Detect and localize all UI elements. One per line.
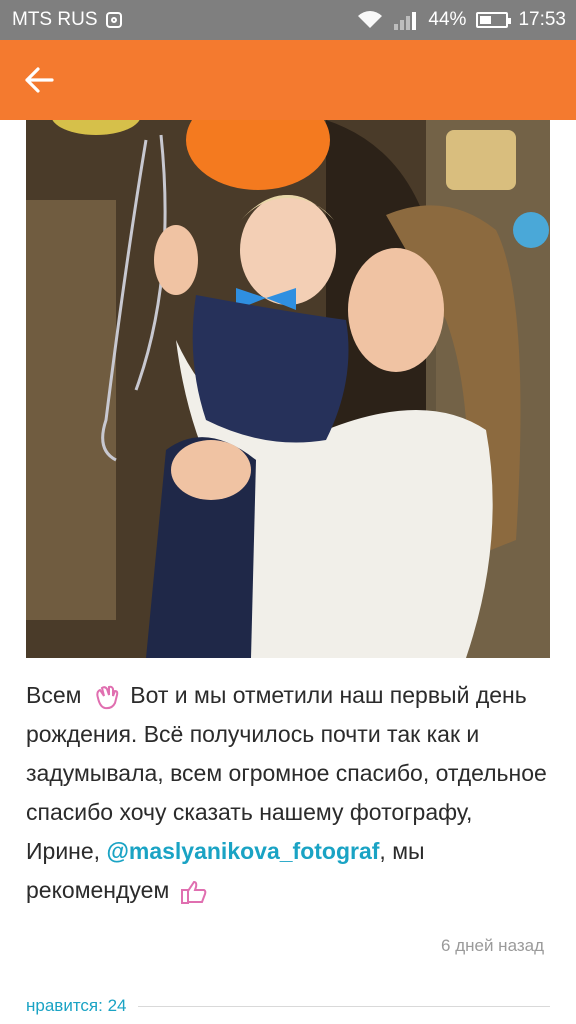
waving-hand-icon — [96, 685, 119, 710]
battery-level — [480, 16, 491, 24]
instagram-icon — [105, 12, 122, 28]
likes-count[interactable]: нравится: 24 — [26, 996, 126, 1016]
battery-icon — [476, 12, 512, 28]
status-bar: MTS RUS 44% 17:53 — [0, 0, 576, 40]
clock: 17:53 — [518, 9, 566, 30]
post-photo[interactable] — [26, 120, 550, 658]
mention-link[interactable]: @maslyanikova_fotograf — [106, 838, 379, 864]
app-bar — [0, 40, 576, 120]
status-right: 44% 17:53 — [356, 9, 566, 31]
back-button[interactable] — [22, 63, 56, 97]
photo-illustration — [26, 120, 550, 658]
post-caption: Всем Вот и мы отметили наш первый день р… — [26, 676, 552, 910]
battery-percent: 44% — [428, 9, 467, 30]
caption-greeting: Всем — [26, 682, 82, 708]
thumbs-up-icon — [180, 880, 206, 904]
arrow-left-icon — [25, 67, 54, 93]
carrier-name: MTS RUS — [12, 9, 98, 30]
divider-line — [138, 1005, 550, 1007]
signal-icon — [394, 12, 417, 30]
likes-row: нравится: 24 — [26, 996, 550, 1016]
status-left: MTS RUS — [12, 9, 122, 31]
post-timestamp: 6 дней назад — [441, 936, 544, 955]
wifi-icon — [358, 11, 383, 28]
